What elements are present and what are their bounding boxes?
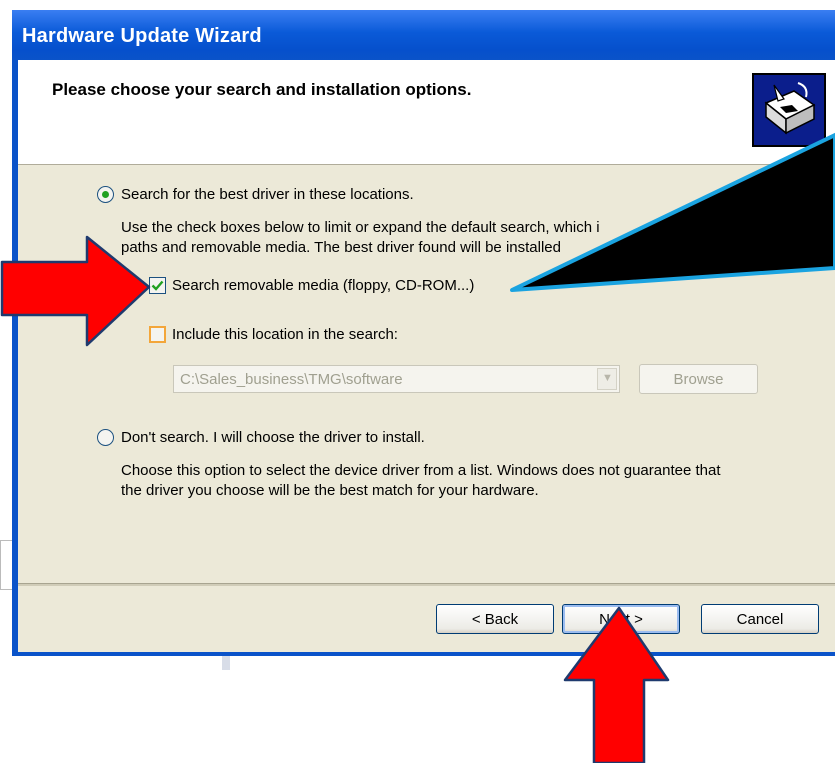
wizard-header: Please choose your search and installati…	[18, 60, 835, 165]
dont-search-description-line2: the driver you choose will be the best m…	[121, 482, 539, 499]
removable-media-checkbox[interactable]	[149, 277, 166, 294]
chevron-down-icon: ▼	[602, 372, 613, 384]
wizard-footer: < Back Next > Cancel	[18, 586, 835, 652]
search-radio-label[interactable]: Search for the best driver in these loca…	[121, 186, 414, 203]
hardware-wizard-icon	[752, 73, 826, 147]
window-title: Hardware Update Wizard	[22, 25, 262, 47]
search-description-line2: paths and removable media. The best driv…	[121, 239, 561, 256]
combo-dropdown-button[interactable]: ▼	[597, 368, 617, 390]
cancel-button[interactable]: Cancel	[701, 604, 819, 634]
include-location-label[interactable]: Include this location in the search:	[172, 326, 398, 343]
include-location-checkbox[interactable]	[149, 326, 166, 343]
search-description-line1: Use the check boxes below to limit or ex…	[121, 219, 600, 236]
page-title: Please choose your search and installati…	[52, 80, 472, 99]
wizard-window: Hardware Update Wizard Please choose you…	[12, 10, 835, 656]
wizard-content: Search for the best driver in these loca…	[18, 165, 835, 583]
checkmark-icon	[151, 280, 164, 291]
title-bar[interactable]: Hardware Update Wizard	[12, 10, 835, 60]
back-button[interactable]: < Back	[436, 604, 554, 634]
removable-media-label[interactable]: Search removable media (floppy, CD-ROM..…	[172, 277, 474, 294]
dont-search-radio[interactable]	[97, 429, 114, 446]
dont-search-description-line1: Choose this option to select the device …	[121, 462, 721, 479]
search-radio[interactable]	[97, 186, 114, 203]
location-path-combobox[interactable]: C:\Sales_business\TMG\software ▼	[173, 365, 620, 393]
location-path-value: C:\Sales_business\TMG\software	[180, 371, 403, 388]
next-button[interactable]: Next >	[562, 604, 680, 634]
browse-button[interactable]: Browse	[639, 364, 758, 394]
radio-selected-dot	[102, 191, 109, 198]
dont-search-radio-label[interactable]: Don't search. I will choose the driver t…	[121, 429, 425, 446]
